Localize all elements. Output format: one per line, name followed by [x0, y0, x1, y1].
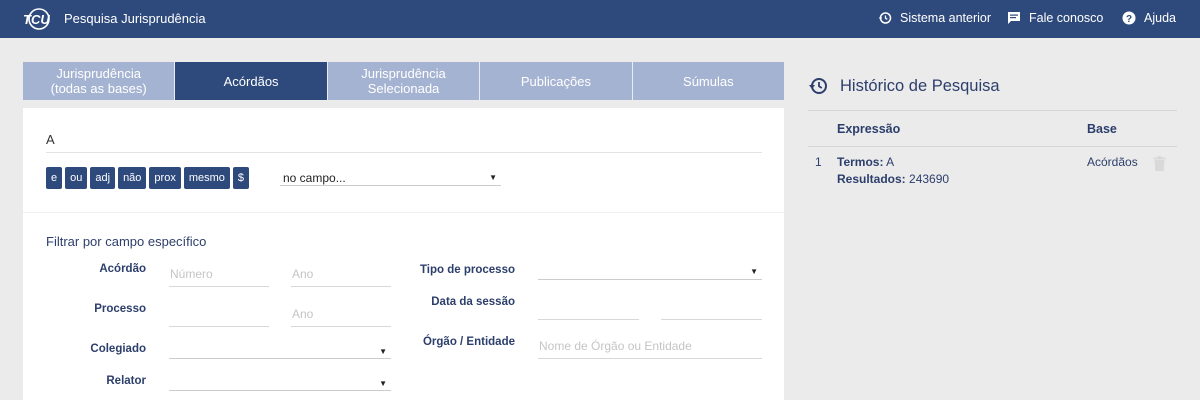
search-base-tabs: Jurisprudência (todas as bases) Acórdãos … [23, 62, 785, 100]
colegiado-label: Colegiado [90, 343, 146, 355]
row-base: Acórdãos [1087, 155, 1138, 169]
fale-conosco-label: Fale conosco [1029, 11, 1104, 25]
tab-sublabel: Selecionada [367, 81, 440, 96]
history-icon [878, 12, 892, 24]
tab-acordaos[interactable]: Acórdãos [175, 62, 328, 100]
svg-text:?: ? [1126, 14, 1132, 25]
fale-conosco-link[interactable]: Fale conosco [1007, 11, 1103, 25]
data-sessao-fim-field[interactable] [661, 298, 762, 320]
orgao-entidade-field[interactable]: Nome de Órgão ou Entidade [538, 337, 762, 359]
history-divider [808, 110, 1177, 111]
search-input-underline [46, 152, 762, 153]
orgao-placeholder: Nome de Órgão ou Entidade [539, 339, 692, 353]
tab-label: Publicações [520, 73, 591, 89]
filter-section-title: Filtrar por campo específico [46, 234, 207, 249]
relator-select[interactable]: ▼ [169, 373, 391, 391]
tab-label: Jurisprudência [361, 66, 446, 81]
operator-prox-button[interactable]: prox [149, 167, 181, 189]
chevron-down-icon: ▼ [489, 173, 497, 182]
history-header-divider [808, 146, 1177, 147]
tab-sublabel: (todas as bases) [50, 81, 147, 96]
processo-label: Processo [94, 303, 146, 315]
termos-label: Termos: [837, 155, 884, 169]
expressao-column-header: Expressão [837, 122, 901, 136]
tipo-processo-label: Tipo de processo [419, 264, 515, 276]
tab-label: Súmulas [683, 73, 734, 89]
tab-jurisprudencia-todas[interactable]: Jurisprudência (todas as bases) [23, 62, 176, 100]
tab-label: Jurisprudência [56, 66, 141, 81]
processo-ano-field[interactable]: Ano [291, 305, 391, 327]
termos-value: A [886, 155, 895, 169]
row-resultados: Resultados: 243690 [837, 172, 949, 186]
ajuda-label: Ajuda [1144, 11, 1176, 25]
tipo-processo-select[interactable]: ▼ [538, 261, 762, 280]
data-sessao-label: Data da sessão [431, 296, 515, 308]
sistema-anterior-link[interactable]: Sistema anterior [878, 11, 991, 25]
row-termos: Termos: A [837, 155, 894, 169]
history-icon [809, 78, 827, 94]
acordao-ano-field[interactable]: Ano [291, 265, 391, 287]
chat-icon [1008, 12, 1020, 24]
orgao-entidade-label: Órgão / Entidade [422, 336, 515, 348]
operator-nao-button[interactable]: não [118, 167, 147, 189]
operator-dollar-button[interactable]: $ [232, 167, 250, 189]
app-title: Pesquisa Jurisprudência [64, 11, 206, 26]
svg-text:TCU: TCU [23, 12, 50, 27]
chevron-down-icon: ▼ [379, 379, 387, 388]
data-sessao-inicio-field[interactable] [538, 298, 639, 320]
relator-label: Relator [106, 375, 146, 387]
ano-placeholder: Ano [292, 267, 314, 281]
ajuda-link[interactable]: ? Ajuda [1122, 11, 1176, 25]
tcu-logo[interactable]: TCU [22, 8, 50, 30]
divider [23, 212, 784, 213]
resultados-value: 243690 [909, 172, 950, 186]
operator-e-button[interactable]: e [46, 167, 63, 189]
acordao-label: Acórdão [99, 263, 146, 275]
colegiado-select[interactable]: ▼ [169, 341, 391, 359]
chevron-down-icon: ▼ [750, 267, 758, 276]
base-column-header: Base [1087, 122, 1117, 136]
field-select[interactable]: no campo... ▼ [280, 170, 501, 186]
operator-mesmo-button[interactable]: mesmo [183, 167, 230, 189]
operator-buttons: e ou adj não prox mesmo $ [46, 167, 250, 189]
trash-icon[interactable] [1153, 156, 1166, 176]
chevron-down-icon: ▼ [379, 347, 387, 356]
ano-placeholder: Ano [292, 307, 314, 321]
processo-numero-field[interactable] [169, 305, 269, 327]
resultados-label: Resultados: [837, 172, 906, 186]
tab-jurisprudencia-selecionada[interactable]: Jurisprudência Selecionada [327, 62, 481, 100]
tab-label: Acórdãos [223, 73, 279, 89]
operator-adj-button[interactable]: adj [90, 167, 116, 189]
help-icon: ? [1122, 11, 1136, 25]
history-header: Histórico de Pesquisa [808, 76, 1000, 96]
row-index: 1 [815, 155, 822, 169]
history-title: Histórico de Pesquisa [840, 76, 1000, 95]
acordao-numero-field[interactable]: Número [169, 265, 269, 287]
tab-sumulas[interactable]: Súmulas [632, 62, 785, 100]
field-select-value: no campo... [283, 171, 346, 185]
numero-placeholder: Número [170, 267, 213, 281]
operator-ou-button[interactable]: ou [65, 167, 88, 189]
top-bar: TCU Pesquisa Jurisprudência Sistema ante… [0, 0, 1200, 38]
search-input[interactable]: A [46, 132, 55, 147]
sistema-anterior-label: Sistema anterior [900, 11, 992, 25]
tab-publicacoes[interactable]: Publicações [480, 62, 633, 100]
search-card: A e ou adj não prox mesmo $ no campo... … [23, 108, 784, 400]
